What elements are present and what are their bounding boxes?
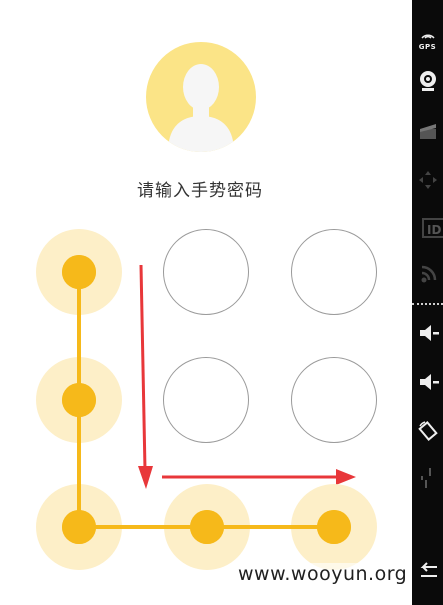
active-dot — [62, 255, 96, 289]
back-icon[interactable] — [412, 562, 443, 584]
watermark: www.wooyun.org — [238, 563, 408, 585]
pattern-node-4[interactable] — [36, 357, 122, 443]
volume-down-icon[interactable] — [412, 372, 443, 396]
pattern-node-8[interactable] — [164, 484, 250, 570]
pattern-node-1[interactable] — [36, 229, 122, 315]
volume-down-icon[interactable] — [412, 323, 443, 347]
active-dot — [62, 383, 96, 417]
id-icon[interactable]: ID — [412, 218, 443, 238]
dpad-icon[interactable] — [412, 170, 443, 194]
pattern-node-2[interactable] — [163, 229, 249, 315]
toolbar-divider — [412, 303, 443, 305]
pattern-node-6[interactable] — [291, 357, 377, 443]
active-dot — [317, 510, 351, 544]
pattern-node-7[interactable] — [36, 484, 122, 570]
pattern-node-3[interactable] — [291, 229, 377, 315]
active-dot — [190, 510, 224, 544]
pattern-node-5[interactable] — [163, 357, 249, 443]
gps-label: GPS — [418, 43, 437, 51]
rss-icon[interactable] — [412, 264, 443, 288]
active-dot — [62, 510, 96, 544]
clapper-icon[interactable] — [412, 122, 443, 144]
rotate-icon[interactable] — [412, 420, 443, 446]
gps-icon[interactable]: GPS — [412, 24, 443, 51]
camera-icon[interactable] — [412, 70, 443, 96]
red-arrow-down — [138, 264, 153, 489]
emulator-toolbar: GPS ID — [412, 0, 443, 605]
red-arrow-right — [162, 469, 356, 485]
gesture-lock-screen: 请输入手势密码 GPS ID www.wooyun.org — [0, 0, 443, 605]
scale-icon[interactable] — [412, 466, 443, 494]
pattern-node-9[interactable] — [291, 484, 377, 570]
